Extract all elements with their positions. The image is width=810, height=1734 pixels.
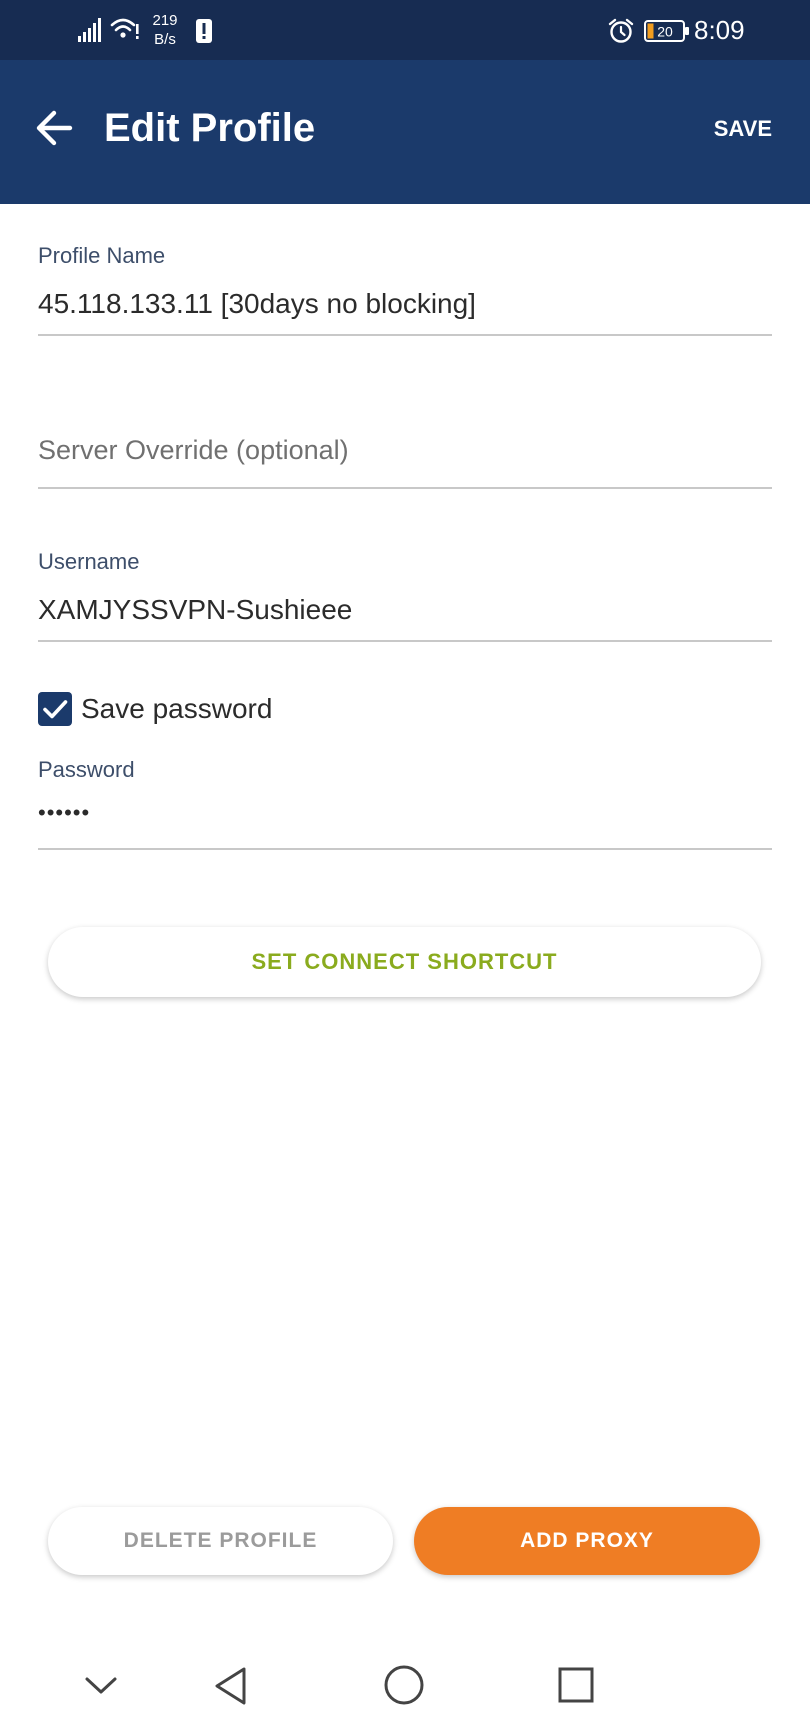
wifi-icon <box>110 18 139 39</box>
battery-icon: 20 <box>644 20 689 42</box>
notification-alert-icon <box>196 19 212 43</box>
password-underline <box>38 848 772 850</box>
username-label: Username <box>38 549 140 574</box>
save-button[interactable]: SAVE <box>714 116 772 142</box>
password-label: Password <box>38 757 135 782</box>
app-bar: Edit Profile SAVE <box>0 60 810 204</box>
password-input[interactable]: •••••• <box>38 796 90 830</box>
password-field[interactable]: Password •••••• <box>38 754 772 854</box>
save-password-checkbox[interactable] <box>38 692 72 726</box>
profile-name-underline <box>38 334 772 336</box>
server-override-underline <box>38 487 772 489</box>
system-nav-bar <box>0 1640 810 1734</box>
clock-time: 8:09 <box>694 15 745 45</box>
back-triangle-icon[interactable] <box>212 1666 248 1706</box>
server-override-field[interactable]: Server Override (optional) <box>38 430 772 490</box>
page-title: Edit Profile <box>104 106 316 150</box>
recents-square-icon[interactable] <box>557 1666 595 1704</box>
battery-level: 20 <box>657 24 673 40</box>
username-field[interactable]: Username XAMJYSSVPN-Sushieee <box>38 546 772 646</box>
network-speed-unit: B/s <box>154 31 176 48</box>
username-input[interactable]: XAMJYSSVPN-Sushieee <box>38 593 352 627</box>
profile-name-label: Profile Name <box>38 243 166 268</box>
add-proxy-button[interactable]: ADD PROXY <box>414 1507 760 1575</box>
home-circle-icon[interactable] <box>383 1664 425 1706</box>
username-underline <box>38 640 772 642</box>
profile-name-field[interactable]: Profile Name 45.118.133.11 [30days no bl… <box>38 240 772 340</box>
signal-strength-icon <box>78 18 101 42</box>
save-password-row[interactable]: Save password <box>38 692 438 728</box>
chevron-down-icon[interactable] <box>84 1676 118 1696</box>
alarm-clock-icon <box>608 18 634 43</box>
network-speed: 219 B/s <box>148 11 182 49</box>
set-connect-shortcut-button[interactable]: SET CONNECT SHORTCUT <box>48 927 761 997</box>
save-password-label: Save password <box>81 693 273 724</box>
server-override-input[interactable]: Server Override (optional) <box>38 433 349 467</box>
checkmark-icon <box>43 700 68 719</box>
network-speed-value: 219 <box>152 12 178 29</box>
arrow-left-icon[interactable] <box>34 108 76 148</box>
status-bar: 219 B/s 20 8:09 <box>0 0 810 60</box>
profile-name-input[interactable]: 45.118.133.11 [30days no blocking] <box>38 287 476 321</box>
delete-profile-button[interactable]: DELETE PROFILE <box>48 1507 393 1575</box>
